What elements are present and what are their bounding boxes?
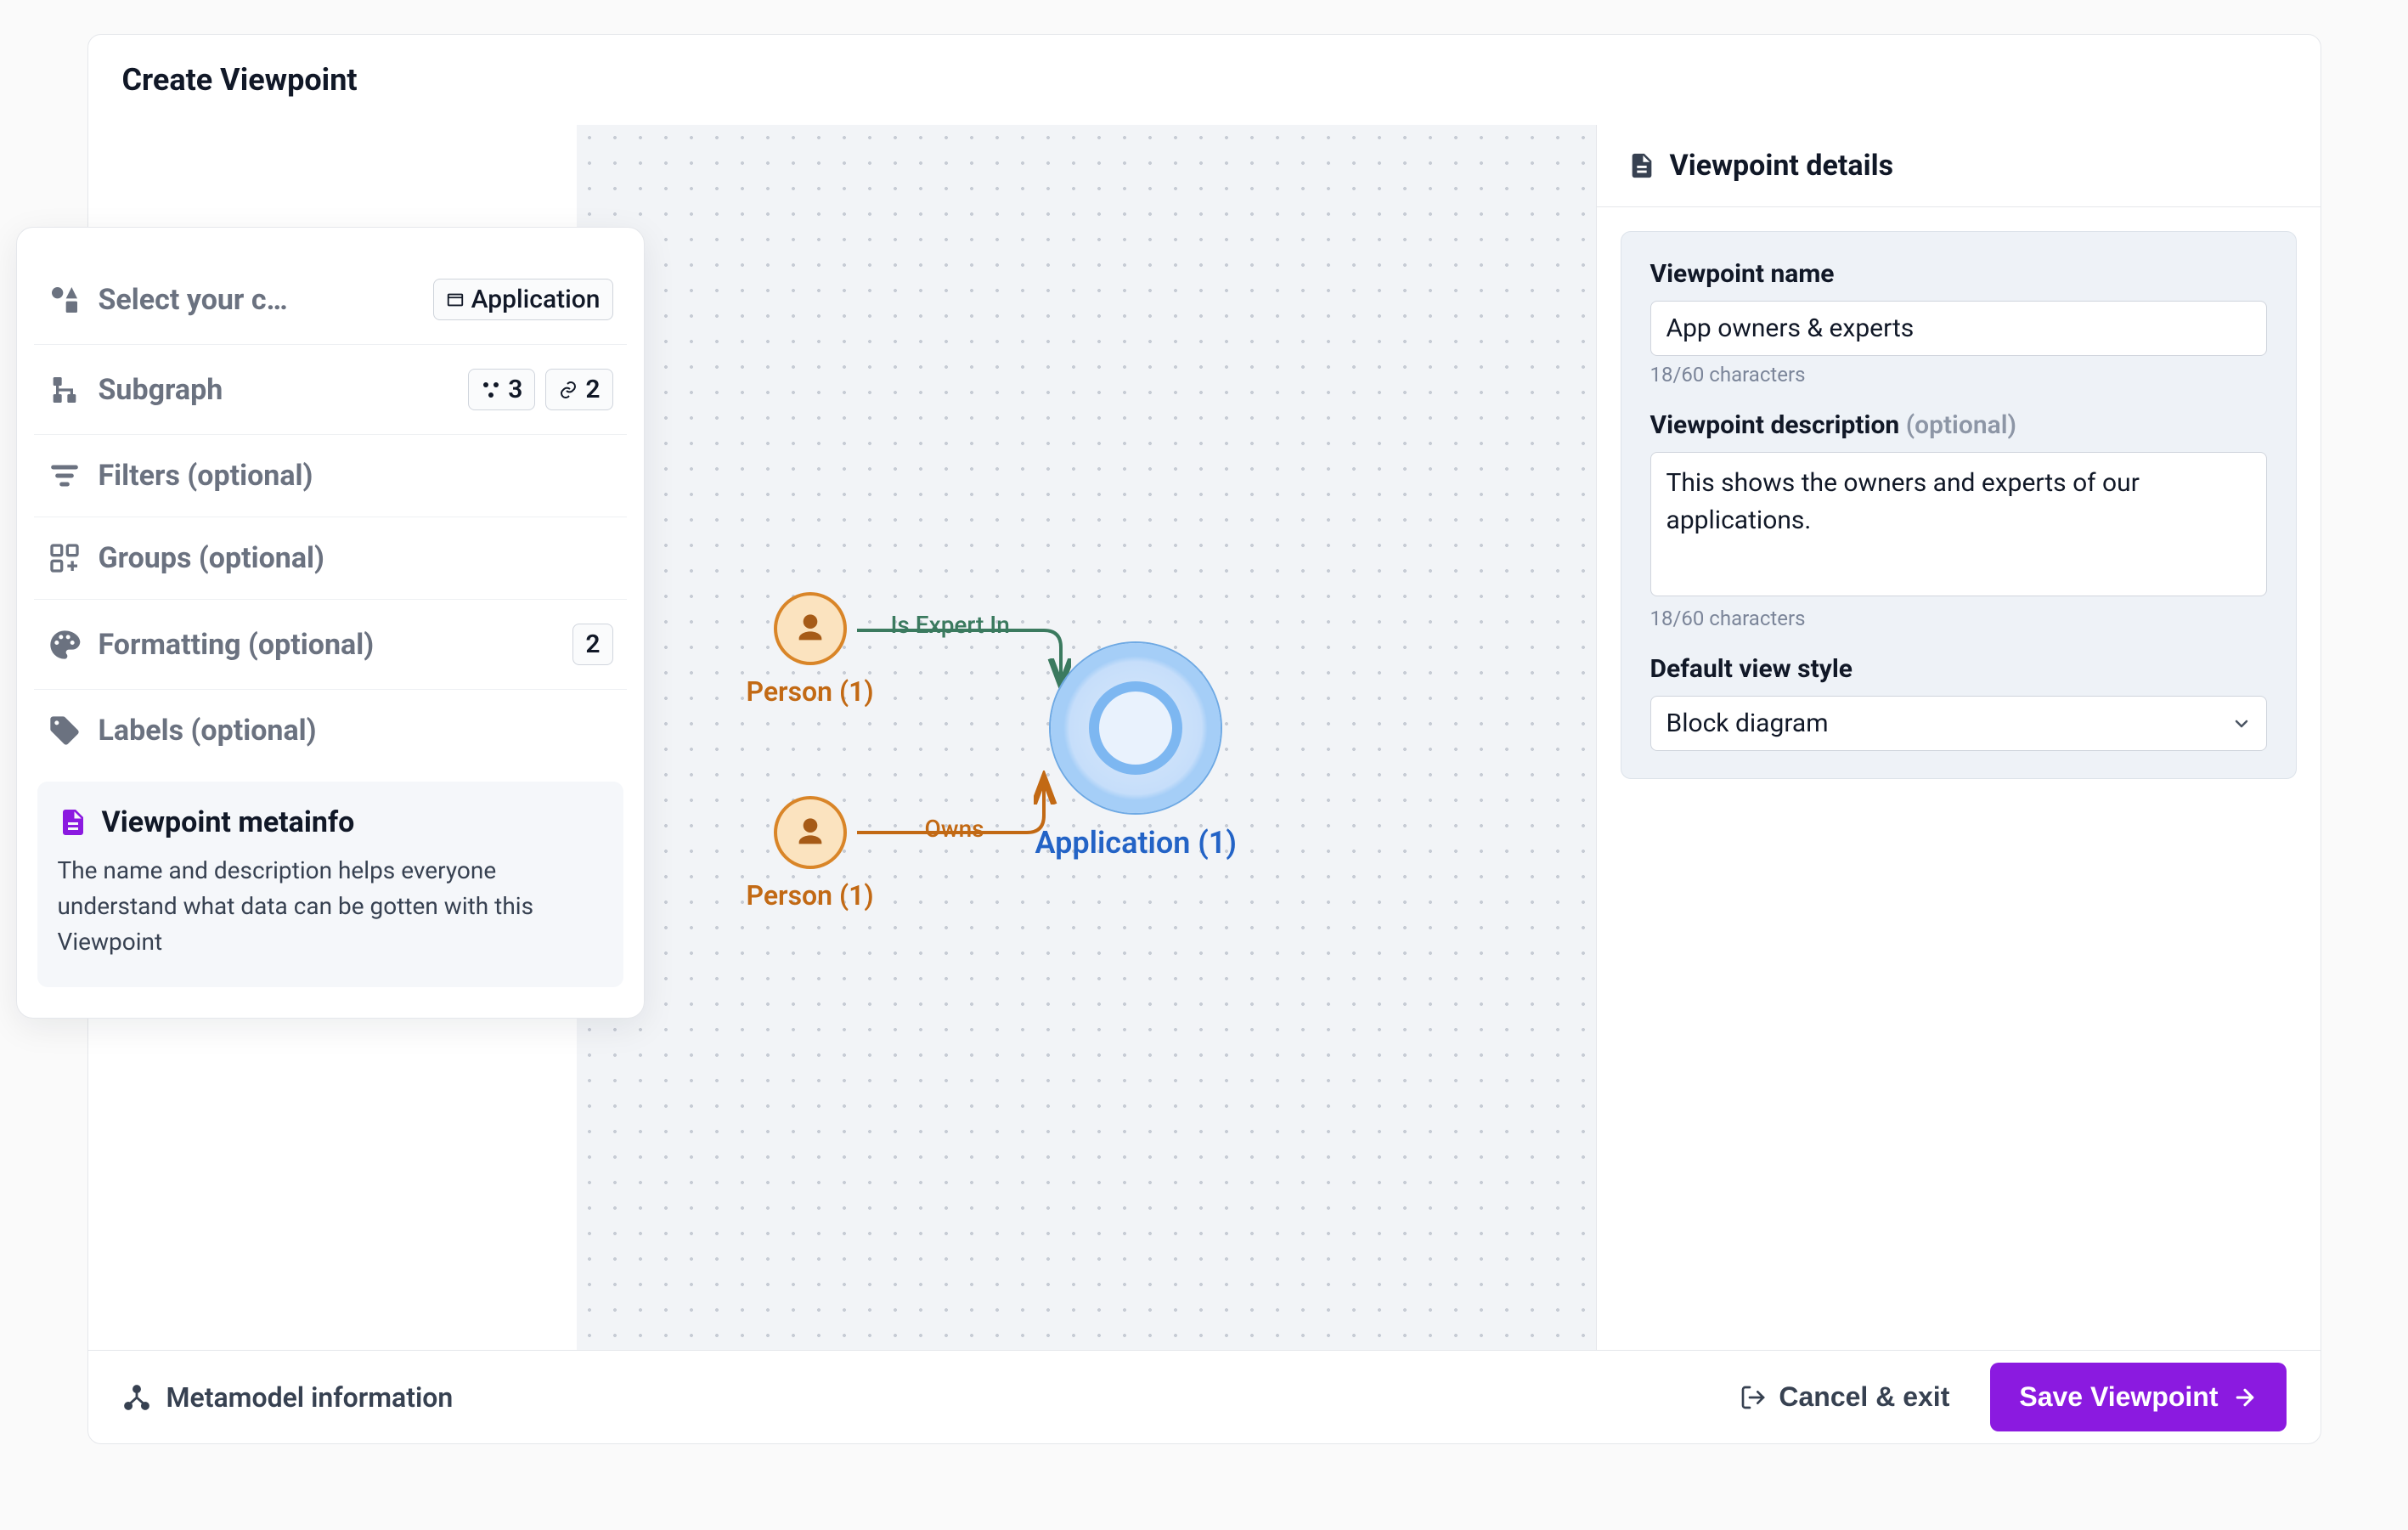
field-viewpoint-description: Viewpoint description (optional) 18/60 c… bbox=[1650, 410, 2267, 630]
details-body: Viewpoint name 18/60 characters Viewpoin… bbox=[1621, 231, 2297, 779]
node-person-1[interactable]: Person (1) bbox=[747, 592, 874, 708]
node-label: Application (1) bbox=[1035, 825, 1237, 861]
subgraph-nodes-count[interactable]: 3 bbox=[468, 369, 535, 410]
viewpoint-name-input[interactable] bbox=[1650, 301, 2267, 356]
metamodel-link[interactable]: Metamodel information bbox=[122, 1381, 454, 1414]
nodes-icon bbox=[481, 380, 501, 400]
chip-label: Application bbox=[471, 285, 601, 314]
view-style-label: Default view style bbox=[1650, 654, 2267, 684]
section-groups[interactable]: Groups (optional) bbox=[34, 517, 627, 600]
top-bar: Create Viewpoint bbox=[88, 35, 2321, 125]
cancel-button[interactable]: Cancel & exit bbox=[1719, 1369, 1970, 1425]
viewpoint-name-hint: 18/60 characters bbox=[1650, 363, 2267, 387]
graph-icon bbox=[122, 1383, 151, 1412]
context-chip-application[interactable]: Application bbox=[433, 279, 613, 320]
details-title: Viewpoint details bbox=[1670, 149, 1894, 183]
grid-plus-icon bbox=[48, 541, 82, 575]
section-label: Select your c… bbox=[99, 283, 416, 317]
main-area: Select your c… Application Subgraph 3 bbox=[88, 125, 2321, 1350]
palette-icon bbox=[48, 628, 82, 662]
details-header: Viewpoint details bbox=[1597, 125, 2321, 207]
section-filters[interactable]: Filters (optional) bbox=[34, 435, 627, 517]
exit-icon bbox=[1740, 1384, 1767, 1411]
details-panel: Viewpoint details Viewpoint name 18/60 c… bbox=[1596, 125, 2321, 1350]
section-select-context[interactable]: Select your c… Application bbox=[34, 255, 627, 345]
section-labels[interactable]: Labels (optional) bbox=[34, 690, 627, 771]
node-person-2[interactable]: Person (1) bbox=[747, 796, 874, 912]
arrow-right-icon bbox=[2232, 1385, 2258, 1410]
section-label: Labels (optional) bbox=[99, 714, 613, 748]
document-icon bbox=[1627, 151, 1656, 180]
section-subgraph[interactable]: Subgraph 3 2 bbox=[34, 345, 627, 435]
section-label: Filters (optional) bbox=[99, 459, 613, 493]
formatting-count: 2 bbox=[572, 624, 612, 665]
section-label: Groups (optional) bbox=[99, 541, 613, 575]
accordion-panel: Select your c… Application Subgraph 3 bbox=[16, 227, 645, 1019]
shapes-icon bbox=[48, 283, 82, 317]
metainfo-title: Viewpoint metainfo bbox=[102, 805, 355, 839]
field-view-style: Default view style Block diagram bbox=[1650, 654, 2267, 751]
metainfo-description: The name and description helps everyone … bbox=[58, 853, 603, 960]
canvas[interactable]: Is Expert In Owns Person (1) Person (1) … bbox=[577, 125, 1596, 1350]
person-icon bbox=[774, 592, 847, 665]
document-icon bbox=[58, 807, 88, 838]
section-label: Formatting (optional) bbox=[99, 628, 556, 662]
link-icon bbox=[558, 380, 578, 400]
person-icon bbox=[774, 796, 847, 869]
viewpoint-desc-label: Viewpoint description (optional) bbox=[1650, 410, 2267, 440]
application-circle-icon bbox=[1051, 643, 1221, 813]
viewpoint-name-label: Viewpoint name bbox=[1650, 259, 2267, 289]
section-metainfo[interactable]: Viewpoint metainfo The name and descript… bbox=[37, 782, 623, 987]
section-label: Subgraph bbox=[99, 373, 452, 407]
tree-icon bbox=[48, 373, 82, 407]
edge-label-owns: Owns bbox=[925, 815, 984, 843]
filter-icon bbox=[48, 459, 82, 493]
section-formatting[interactable]: Formatting (optional) 2 bbox=[34, 600, 627, 690]
page-title: Create Viewpoint bbox=[122, 62, 358, 98]
view-style-select[interactable]: Block diagram bbox=[1650, 696, 2267, 751]
node-label: Person (1) bbox=[747, 879, 874, 912]
node-application[interactable]: Application (1) bbox=[1035, 643, 1237, 861]
viewpoint-desc-hint: 18/60 characters bbox=[1650, 607, 2267, 630]
node-label: Person (1) bbox=[747, 675, 874, 708]
window-icon bbox=[446, 291, 465, 309]
field-viewpoint-name: Viewpoint name 18/60 characters bbox=[1650, 259, 2267, 387]
subgraph-links-count[interactable]: 2 bbox=[545, 369, 612, 410]
edge-label-expert: Is Expert In bbox=[891, 611, 1010, 639]
tag-icon bbox=[48, 714, 82, 748]
viewpoint-desc-input[interactable] bbox=[1650, 452, 2267, 596]
save-button[interactable]: Save Viewpoint bbox=[1990, 1363, 2286, 1431]
app-window: Create Viewpoint Select your c… Applicat… bbox=[87, 34, 2321, 1444]
